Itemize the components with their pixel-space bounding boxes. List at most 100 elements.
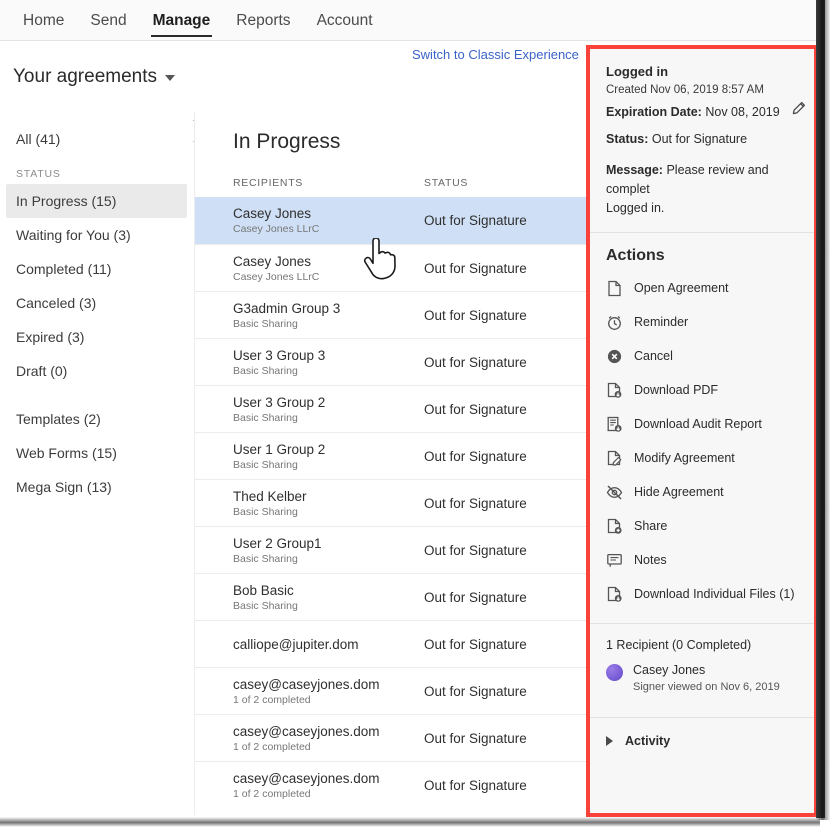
action-share[interactable]: Share (590, 509, 814, 543)
row-recipient-sub: Casey Jones LLrC (233, 270, 424, 284)
nav-item-home[interactable]: Home (10, 0, 77, 41)
sidebar-item-in-progress[interactable]: In Progress (15) (6, 184, 187, 218)
download-pdf-icon (606, 382, 623, 399)
row-recipient-sub: Basic Sharing (233, 458, 424, 472)
action-label: Download Audit Report (634, 417, 762, 431)
row-recipient-sub: 1 of 2 completed (233, 693, 424, 707)
row-status: Out for Signature (424, 731, 527, 746)
agreement-message-row: Message: Please review and complet (606, 161, 798, 199)
action-cancel[interactable]: Cancel (590, 339, 814, 373)
table-row[interactable]: Casey JonesCasey Jones LLrCOut for Signa… (195, 244, 588, 291)
top-navigation-bar: Home Send Manage Reports Account (0, 0, 818, 41)
agreement-created-date: Created Nov 06, 2019 8:57 AM (606, 81, 798, 99)
recipient-row[interactable]: Casey Jones Signer viewed on Nov 6, 2019 (590, 662, 814, 695)
agreement-rows: Casey JonesCasey Jones LLrC Out for Signa… (195, 197, 588, 808)
row-status: Out for Signature (424, 449, 527, 464)
table-row[interactable]: User 2 Group1Basic SharingOut for Signat… (195, 526, 588, 573)
recipient-name: Casey Jones (633, 662, 780, 679)
sidebar-section-status-label: STATUS (0, 156, 193, 184)
share-document-icon (606, 518, 623, 535)
row-recipient-cell: Casey JonesCasey Jones LLrC (233, 253, 424, 284)
action-hide-agreement[interactable]: Hide Agreement (590, 475, 814, 509)
cancel-circle-icon (606, 348, 623, 365)
nav-item-reports[interactable]: Reports (223, 0, 303, 41)
table-row[interactable]: User 3 Group 2Basic SharingOut for Signa… (195, 385, 588, 432)
table-row[interactable]: casey@caseyjones.dom1 of 2 completedOut … (195, 761, 588, 808)
edit-pencil-icon[interactable] (791, 99, 806, 126)
action-reminder[interactable]: Reminder (590, 305, 814, 339)
sidebar-item-all[interactable]: All (41) (6, 122, 187, 156)
agreement-message-line2: Logged in. (606, 199, 798, 218)
switch-to-classic-experience-link[interactable]: Switch to Classic Experience (412, 47, 579, 62)
sidebar-item-completed[interactable]: Completed (11) (6, 252, 187, 286)
table-row[interactable]: Bob BasicBasic SharingOut for Signature (195, 573, 588, 620)
row-recipient-name: User 2 Group1 (233, 535, 424, 552)
nav-item-manage[interactable]: Manage (140, 0, 224, 41)
download-files-icon (606, 586, 623, 603)
table-row[interactable]: calliope@jupiter.domOut for Signature (195, 620, 588, 667)
page-edge-shadow-bottom (0, 817, 820, 827)
column-header-status: STATUS (424, 177, 468, 189)
row-status: Out for Signature (424, 213, 527, 228)
action-label: Cancel (634, 349, 673, 363)
activity-toggle[interactable]: Activity (590, 718, 814, 764)
row-status: Out for Signature (424, 637, 527, 652)
action-download-audit-report[interactable]: Download Audit Report (590, 407, 814, 441)
action-label: Notes (634, 553, 667, 567)
row-status: Out for Signature (424, 496, 527, 511)
row-recipient-sub: Basic Sharing (233, 364, 424, 378)
sidebar-divider-gap (0, 388, 193, 402)
action-download-pdf[interactable]: Download PDF (590, 373, 814, 407)
table-row[interactable]: casey@caseyjones.dom1 of 2 completedOut … (195, 714, 588, 761)
row-recipient-cell: Thed KelberBasic Sharing (233, 488, 424, 519)
row-recipient-sub: Casey Jones LLrC (233, 222, 424, 236)
table-row[interactable]: Casey JonesCasey Jones LLrCOut for Signa… (195, 197, 588, 244)
action-label: Download Individual Files (1) (634, 587, 795, 601)
row-recipient-cell: User 3 Group 3Basic Sharing (233, 347, 424, 378)
action-label: Download PDF (634, 383, 718, 397)
alarm-clock-icon (606, 314, 623, 331)
table-row[interactable]: User 3 Group 3Basic SharingOut for Signa… (195, 338, 588, 385)
chevron-down-icon[interactable] (165, 75, 175, 81)
action-open-agreement[interactable]: Open Agreement (590, 271, 814, 305)
sidebar-item-mega-sign[interactable]: Mega Sign (13) (6, 470, 187, 504)
nav-item-account[interactable]: Account (304, 0, 386, 41)
row-recipient-sub: 1 of 2 completed (233, 787, 424, 801)
actions-heading: Actions (590, 233, 814, 271)
action-notes[interactable]: Notes (590, 543, 814, 577)
row-recipient-sub: Basic Sharing (233, 317, 424, 331)
table-row[interactable]: G3admin Group 3Basic SharingOut for Sign… (195, 291, 588, 338)
table-row[interactable]: Thed KelberBasic SharingOut for Signatur… (195, 479, 588, 526)
recipient-text: Casey Jones Signer viewed on Nov 6, 2019 (633, 662, 780, 695)
table-row[interactable]: User 1 Group 2Basic SharingOut for Signa… (195, 432, 588, 479)
agreement-status-row: Status: Out for Signature (606, 126, 798, 153)
action-modify-agreement[interactable]: Modify Agreement (590, 441, 814, 475)
row-recipient-cell: calliope@jupiter.dom (233, 636, 424, 653)
audit-report-icon (606, 416, 623, 433)
row-recipient-cell: User 1 Group 2Basic Sharing (233, 441, 424, 472)
sidebar-item-draft[interactable]: Draft (0) (6, 354, 187, 388)
document-icon (606, 280, 623, 297)
row-recipient-name: Thed Kelber (233, 488, 424, 505)
row-recipient-name: calliope@jupiter.dom (233, 636, 424, 653)
table-row[interactable]: casey@caseyjones.dom1 of 2 completedOut … (195, 667, 588, 714)
nav-item-send[interactable]: Send (77, 0, 139, 41)
sidebar-item-web-forms[interactable]: Web Forms (15) (6, 436, 187, 470)
agreement-name: Logged in (606, 63, 798, 81)
recipient-count: 1 Recipient (0 Completed) (590, 624, 814, 662)
sidebar-item-canceled[interactable]: Canceled (3) (6, 286, 187, 320)
action-download-individual-files-1[interactable]: Download Individual Files (1) (590, 577, 814, 611)
expiration-date-row: Expiration Date: Nov 08, 2019 (606, 99, 798, 126)
notes-icon (606, 552, 623, 569)
modify-document-icon (606, 450, 623, 467)
sidebar-item-expired[interactable]: Expired (3) (6, 320, 187, 354)
vertical-scrollbar[interactable] (816, 0, 825, 818)
sidebar-item-waiting-for-you[interactable]: Waiting for You (3) (6, 218, 187, 252)
detail-summary-section: Logged in Created Nov 06, 2019 8:57 AM E… (590, 49, 814, 232)
row-recipient-name: User 3 Group 2 (233, 394, 424, 411)
column-header-recipients: RECIPIENTS (233, 177, 424, 189)
action-label: Modify Agreement (634, 451, 735, 465)
sidebar-item-templates[interactable]: Templates (2) (6, 402, 187, 436)
row-recipient-name: casey@caseyjones.dom (233, 723, 424, 740)
action-label: Open Agreement (634, 281, 729, 295)
